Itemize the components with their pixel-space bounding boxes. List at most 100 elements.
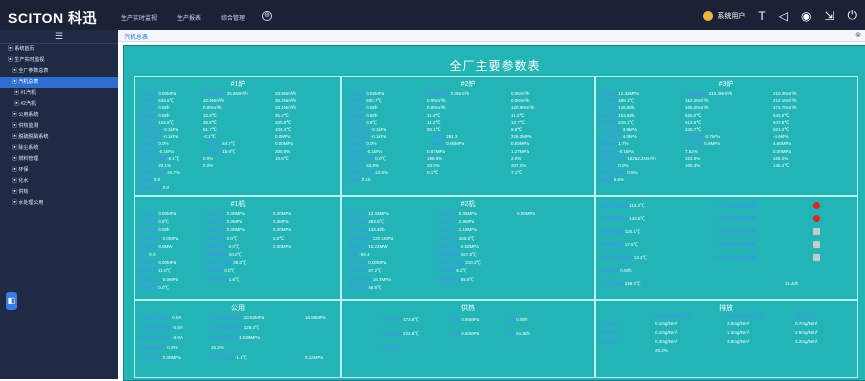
param-value: 0.00MPa: [158, 91, 177, 96]
param-value: 10.52MPa: [243, 315, 265, 320]
param-row: 547.9℃: [773, 120, 789, 125]
param-value: 0.0℃: [228, 243, 240, 249]
param-value: 120.1MPa: [372, 235, 394, 241]
nav-item-management[interactable]: 综合管理: [218, 11, 248, 24]
param-row: 除氧器压力 0.53MPa: [437, 244, 479, 249]
param-row: 28.2%: [655, 348, 668, 353]
param-row: 33.0%: [427, 163, 440, 168]
sidebar-item[interactable]: ▣ 全厂参数总表: [0, 66, 118, 77]
sidebar-item[interactable]: ▣ 化水: [0, 176, 118, 187]
sidebar-item[interactable]: ▣ 系统首页: [0, 44, 118, 55]
param-row: #3炉汽包水位高报警: [715, 255, 756, 260]
sidebar-item[interactable]: ▣ 水处理公用: [0, 198, 118, 209]
param-value: 23.9%: [375, 170, 389, 176]
sidebar-item[interactable]: ▣ 环保: [0, 165, 118, 176]
exit-icon[interactable]: ⇲: [824, 9, 834, 23]
sidebar-item[interactable]: ▣ 汽机总表: [0, 77, 118, 88]
param-value: 0.1mg/Nm³: [655, 321, 678, 326]
param-value: 216.1℃: [618, 119, 635, 125]
param-row: 压力 0.84MPa: [451, 317, 479, 322]
param-value: 129.3℃: [243, 325, 260, 330]
sidebar-item[interactable]: ▣ #2汽机: [0, 99, 118, 110]
param-label: 排烟氧量: [139, 141, 159, 147]
param-label: 一次风压力: [599, 127, 623, 132]
param-value: -95.4: [359, 252, 370, 257]
page-title: 全厂主要参数表: [449, 59, 541, 73]
param-row: 0.1mg/Nm³: [655, 330, 677, 335]
param-label: 3抽汽压力: [205, 227, 227, 233]
param-label: 主汽流量: [139, 227, 159, 233]
param-row: 200.0%: [275, 149, 290, 154]
nav-add-icon[interactable]: ⊕: [262, 11, 273, 21]
menu-toggle-icon[interactable]: ☰: [0, 30, 118, 44]
sidebar-item[interactable]: ▣ 燃料管理: [0, 154, 118, 165]
param-row: 给煤量 5.6%: [599, 177, 624, 182]
close-icon[interactable]: ⊗: [855, 31, 861, 39]
sidebar-item[interactable]: ▣ 供热: [0, 187, 118, 198]
param-value: -0.1kPa: [158, 148, 174, 154]
param-row: 汽机转速 0.0℃: [205, 268, 235, 273]
param-value: 207.0%: [511, 163, 527, 168]
param-row: 汽包水位 0.0%: [599, 163, 629, 168]
param-label: 流量: [506, 331, 517, 336]
param-row: 主汽流量 145.8t/h: [599, 105, 635, 110]
param-row: 0.0℃: [273, 236, 284, 241]
param-value: 145.4℃: [773, 163, 790, 168]
param-label: 给煤量: [599, 177, 614, 183]
param-row: 0.0MPa: [273, 219, 289, 224]
user-menu[interactable]: 系统用户: [703, 10, 745, 21]
nav-item-realtime[interactable]: 生产实时监视: [118, 11, 160, 24]
param-value: 28.2%: [655, 348, 668, 353]
param-row: 凝结水温 47.2℃: [349, 268, 382, 273]
sidebar-item[interactable]: ▣ 公用系统: [0, 110, 118, 121]
param-row: 3抽汽压力 0.00MPa: [205, 227, 245, 232]
sidebar-item[interactable]: ▣ 除尘系统: [0, 143, 118, 154]
param-row: 汽包水位 53.5%: [347, 163, 379, 168]
param-value: 0.0MPa: [273, 219, 289, 225]
send-icon[interactable]: ◁: [779, 9, 788, 23]
param-row: 循环水温度 -1.1℃: [211, 355, 247, 360]
param-row: 给水母管温度 113.2℃: [601, 203, 645, 208]
param-value: 172.7Nm³/h: [773, 105, 797, 111]
alarm-indicator-red: [813, 215, 820, 222]
tab-bar: 汽机总表 ⊗: [118, 30, 865, 42]
alarm-indicator-red: [813, 202, 820, 209]
param-value: 0.12MPa: [305, 355, 324, 360]
power-icon[interactable]: ⏻: [848, 8, 858, 23]
param-row: 烟尘浓度: [795, 313, 813, 318]
param-row: 主汽流量 143.4t/h: [349, 227, 385, 232]
nav-item-reports[interactable]: 生产报表: [174, 11, 204, 24]
tab-active[interactable]: 汽机总表: [124, 32, 148, 41]
sidebar-item[interactable]: ▣ #1汽机: [0, 88, 118, 99]
sidebar-item[interactable]: ▣ 脱硫脱硝系统: [0, 132, 118, 143]
param-row: 主汽温度 536.6℃: [139, 98, 174, 103]
param-row: 35.9℃: [203, 120, 217, 125]
param-label: 二次风压力: [139, 134, 163, 140]
sidebar-item[interactable]: ▣ 供热监测: [0, 121, 118, 132]
param-value: 54.7℃: [222, 141, 236, 147]
param-row: 回热温度 45.5℃: [349, 285, 382, 290]
sidebar-item[interactable]: ▣ 生产实时监视: [0, 55, 118, 66]
param-label: 回热温度: [349, 284, 369, 290]
param-label: 高过出口温度: [599, 170, 628, 176]
target-icon[interactable]: ◉: [801, 9, 811, 23]
text-size-icon[interactable]: T: [758, 9, 765, 23]
param-row: 1抽汽压力 5.05MPa: [437, 211, 477, 216]
param-value: 3.8kPa: [622, 127, 637, 132]
sidebar-float-button[interactable]: ◧: [6, 292, 17, 310]
param-row: #1除盐水泵电流 0.0A: [139, 315, 182, 320]
param-value: 烟囱SO2排放浓度: [655, 313, 692, 318]
param-label: 二次风温: [203, 148, 223, 154]
param-row: 0.3mg/Nm³: [655, 339, 677, 344]
param-row: 330.7℃: [685, 127, 701, 132]
param-value: 100.3%: [685, 163, 701, 168]
status-panel: 给水母管温度 113.2℃ #1炉汽包水位高报警 给水母管压力 143.8℃ #1炉汽…: [594, 196, 858, 300]
panel-title: 供热: [461, 305, 475, 312]
param-label: 给水流量: [347, 112, 367, 118]
param-label: 高加出口温度: [437, 260, 466, 266]
param-value: 45.5℃: [368, 284, 382, 290]
param-label: 高加出口温度: [205, 260, 234, 266]
param-row: 主汽压力 12.33MPa: [349, 211, 389, 216]
param-value: 11.2℃: [511, 112, 525, 118]
param-label: 一次风温: [685, 134, 705, 140]
